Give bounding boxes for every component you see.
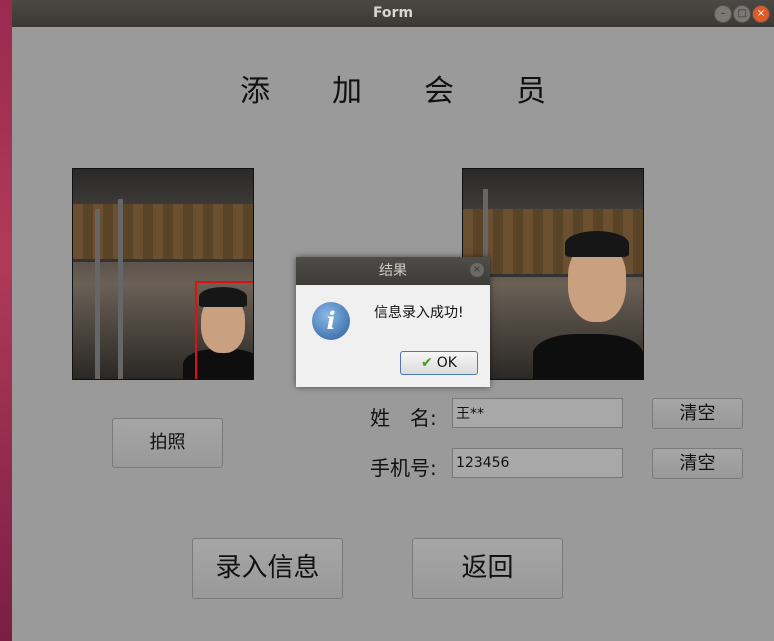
checkmark-icon: ✔ [421,355,433,371]
take-photo-button[interactable]: 拍照 [112,418,223,468]
dialog-message: 信息录入成功! [374,305,464,321]
dialog-title-bar[interactable]: 结果 × [296,257,490,285]
maximize-button[interactable]: □ [733,5,751,23]
dialog-close-icon[interactable]: × [470,263,484,277]
face-detection-box [195,281,253,379]
title-bar[interactable]: Form – □ × [12,0,774,27]
result-dialog: 结果 × i 信息录入成功! ✔ OK [296,257,490,387]
desktop-background [0,0,12,641]
clear-name-button[interactable]: 清空 [652,398,743,429]
name-field[interactable] [452,398,623,428]
phone-label: 手机号: [370,456,437,480]
page-title: 添加会员 [240,74,608,109]
close-button[interactable]: × [752,5,770,23]
info-icon: i [312,302,350,340]
submit-info-button[interactable]: 录入信息 [192,538,343,599]
dialog-title: 结果 [379,263,407,279]
minimize-button[interactable]: – [714,5,732,23]
ok-label: OK [436,355,457,371]
window-title: Form [372,5,414,21]
camera-preview [72,168,254,380]
clear-phone-button[interactable]: 清空 [652,448,743,479]
ok-button[interactable]: ✔ OK [400,351,478,375]
phone-field[interactable] [452,448,623,478]
back-button[interactable]: 返回 [412,538,563,599]
name-label: 姓 名: [370,406,437,430]
